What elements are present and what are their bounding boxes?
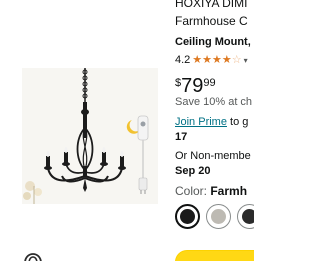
prime-offer-text: to g (226, 116, 249, 128)
price-whole: 79 (181, 75, 204, 97)
color-value: Farmh (210, 184, 248, 198)
prime-offer: Join Prime to g (175, 116, 248, 128)
left-gutter (0, 0, 22, 261)
chevron-down-icon[interactable]: ▾ (244, 56, 248, 65)
product-title-line-2[interactable]: Farmhouse C (175, 13, 248, 30)
join-prime-link[interactable]: Join Prime (175, 116, 227, 128)
price-fraction: 99 (203, 77, 216, 89)
star-icon: ★ (192, 53, 203, 66)
color-selector-label: Color: Farmh (175, 184, 247, 198)
price: $ 79 99 (175, 74, 216, 98)
nonmember-delivery-date: Sep 20 (175, 165, 211, 177)
rating-row[interactable]: 4.2 ★ ★ ★ ★ ☆ ▾ (175, 54, 248, 66)
chandelier-image (22, 68, 158, 204)
product-title-line-1[interactable]: HOXIYA DIMI (175, 0, 247, 12)
swatch-gray-dot (211, 209, 226, 224)
add-to-cart-button[interactable] (175, 250, 254, 261)
swatch-black-dot (180, 209, 195, 224)
savings-text: Save 10% at ch (175, 96, 253, 108)
color-swatches (175, 204, 254, 229)
star-icon: ★ (212, 53, 222, 66)
product-info-panel: HOXIYA DIMI Farmhouse C Ceiling Mount, 4… (174, 0, 254, 261)
star-icon: ★ (221, 53, 232, 66)
zoom-gesture-icon[interactable] (20, 249, 46, 261)
prime-delivery-date: 17 (175, 131, 188, 143)
star-half-icon: ☆ (231, 53, 242, 66)
nonmember-delivery-text: Or Non-membe (175, 150, 251, 162)
product-subtitle: Ceiling Mount, (175, 36, 251, 48)
rating-value: 4.2 (175, 54, 191, 66)
swatch-gray[interactable] (206, 204, 231, 229)
product-main-image[interactable] (22, 68, 158, 204)
color-label: Color: (175, 184, 211, 198)
star-icon: ★ (202, 53, 213, 66)
swatch-black[interactable] (175, 204, 200, 229)
rating-stars: ★ ★ ★ ★ ☆ (192, 53, 242, 66)
swatch-dark-dot (242, 209, 254, 224)
swatch-dark[interactable] (237, 204, 254, 229)
